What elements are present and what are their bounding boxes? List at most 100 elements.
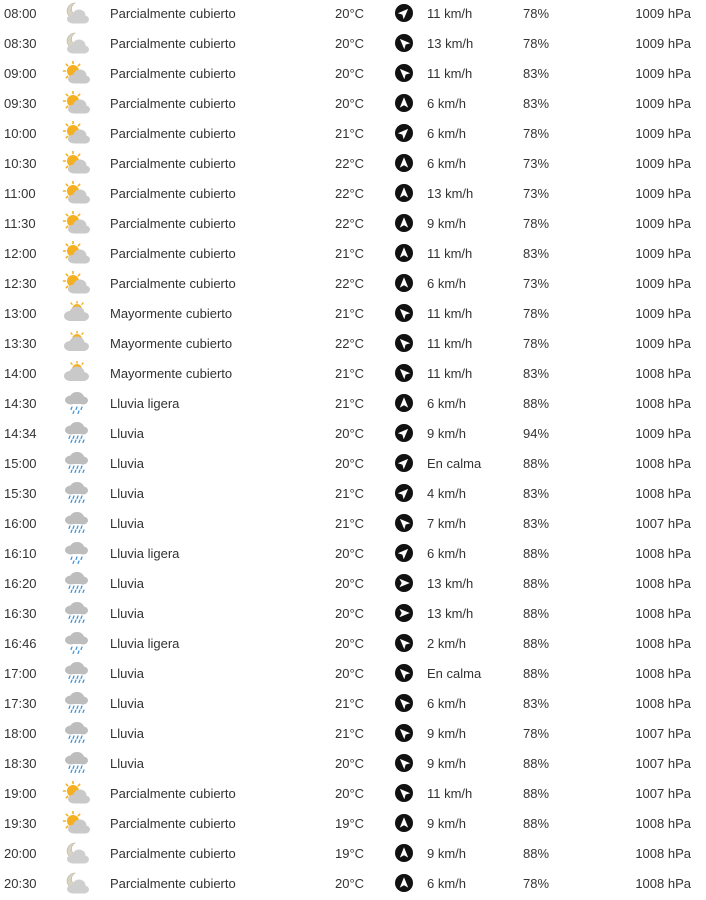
table-row: 10:00 Parcialmente cubierto 21°C 6 km/h … [0,120,706,150]
time-cell: 20:00 [4,846,37,861]
temperature-cell: 20°C [335,666,365,681]
table-row: 12:30 Parcialmente cubierto 22°C 6 km/h … [0,270,706,300]
table-row: 08:00 Parcialmente cubierto 20°C 11 km/h… [0,0,706,30]
humidity-cell: 94% [523,426,550,441]
wind-direction-icon [395,4,413,22]
temperature-cell: 22°C [335,276,365,291]
pressure-cell: 1009 hPa [635,6,691,21]
wind-speed-cell: 6 km/h [427,156,467,171]
wind-direction-icon [395,424,413,442]
table-row: 20:30 Parcialmente cubierto 20°C 6 km/h … [0,870,706,900]
condition-cell: Mayormente cubierto [110,366,233,381]
temperature-cell: 22°C [335,216,365,231]
rain-icon [62,511,90,535]
temperature-cell: 21°C [335,246,365,261]
pressure-cell: 1009 hPa [635,96,691,111]
humidity-cell: 78% [523,876,550,891]
time-cell: 12:30 [4,276,37,291]
humidity-cell: 83% [523,696,550,711]
wind-speed-cell: 11 km/h [427,66,473,81]
time-cell: 14:34 [4,426,37,441]
condition-cell: Parcialmente cubierto [110,276,236,291]
wind-speed-cell: 11 km/h [427,336,473,351]
time-cell: 17:00 [4,666,37,681]
temperature-cell: 21°C [335,126,365,141]
wind-speed-cell: 6 km/h [427,396,467,411]
wind-speed-cell: 13 km/h [427,606,474,621]
pressure-cell: 1009 hPa [635,156,691,171]
table-row: 16:20 Lluvia 20°C 13 km/h 88% 1008 hPa [0,570,706,600]
humidity-cell: 83% [523,486,550,501]
condition-cell: Lluvia [110,666,144,681]
condition-cell: Lluvia [110,696,144,711]
condition-cell: Lluvia [110,456,144,471]
table-row: 09:00 Parcialmente cubierto 20°C 11 km/h… [0,60,706,90]
moon-cloud-icon [62,871,90,895]
table-row: 11:00 Parcialmente cubierto 22°C 13 km/h… [0,180,706,210]
pressure-cell: 1008 hPa [635,846,691,861]
temperature-cell: 21°C [335,486,365,501]
time-cell: 16:20 [4,576,37,591]
table-row: 16:46 Lluvia ligera 20°C 2 km/h 88% 1008… [0,630,706,660]
moon-cloud-icon [62,841,90,865]
wind-speed-cell: 11 km/h [427,366,473,381]
sun-cloud-icon [62,61,90,85]
condition-cell: Parcialmente cubierto [110,36,236,51]
humidity-cell: 73% [523,156,550,171]
wind-speed-cell: 11 km/h [427,246,473,261]
wind-speed-cell: 9 km/h [427,816,467,831]
time-cell: 17:30 [4,696,37,711]
wind-direction-icon [395,784,413,802]
temperature-cell: 20°C [335,756,365,771]
humidity-cell: 88% [523,756,550,771]
temperature-cell: 21°C [335,366,365,381]
time-cell: 10:00 [4,126,37,141]
light-rain-icon [62,541,90,565]
pressure-cell: 1008 hPa [635,486,691,501]
pressure-cell: 1007 hPa [635,786,691,801]
temperature-cell: 20°C [335,546,365,561]
rain-icon [62,421,90,445]
rain-icon [62,451,90,475]
table-row: 16:10 Lluvia ligera 20°C 6 km/h 88% 1008… [0,540,706,570]
wind-direction-icon [395,274,413,292]
humidity-cell: 88% [523,576,550,591]
wind-direction-icon [395,394,413,412]
wind-speed-cell: 6 km/h [427,96,467,111]
light-rain-icon [62,631,90,655]
humidity-cell: 88% [523,666,550,681]
humidity-cell: 88% [523,396,550,411]
table-row: 13:30 Mayormente cubierto 22°C 11 km/h 7… [0,330,706,360]
condition-cell: Mayormente cubierto [110,336,233,351]
sun-cloud-icon [62,121,90,145]
rain-icon [62,691,90,715]
pressure-cell: 1007 hPa [635,756,691,771]
humidity-cell: 78% [523,6,550,21]
condition-cell: Parcialmente cubierto [110,246,236,261]
pressure-cell: 1009 hPa [635,306,691,321]
time-cell: 16:30 [4,606,37,621]
pressure-cell: 1008 hPa [635,696,691,711]
wind-direction-icon [395,184,413,202]
pressure-cell: 1008 hPa [635,366,691,381]
wind-speed-cell: En calma [427,666,482,681]
table-row: 19:30 Parcialmente cubierto 19°C 9 km/h … [0,810,706,840]
wind-direction-icon [395,604,413,622]
table-row: 16:00 Lluvia 21°C 7 km/h 83% 1007 hPa [0,510,706,540]
sun-cloud-icon [62,781,90,805]
temperature-cell: 21°C [335,696,365,711]
wind-direction-icon [395,544,413,562]
condition-cell: Parcialmente cubierto [110,786,236,801]
wind-speed-cell: 9 km/h [427,846,467,861]
pressure-cell: 1008 hPa [635,576,691,591]
temperature-cell: 20°C [335,96,365,111]
temperature-cell: 21°C [335,306,365,321]
rain-icon [62,481,90,505]
rain-icon [62,721,90,745]
pressure-cell: 1008 hPa [635,456,691,471]
wind-direction-icon [395,304,413,322]
pressure-cell: 1009 hPa [635,66,691,81]
wind-direction-icon [395,334,413,352]
time-cell: 08:30 [4,36,37,51]
condition-cell: Parcialmente cubierto [110,66,236,81]
